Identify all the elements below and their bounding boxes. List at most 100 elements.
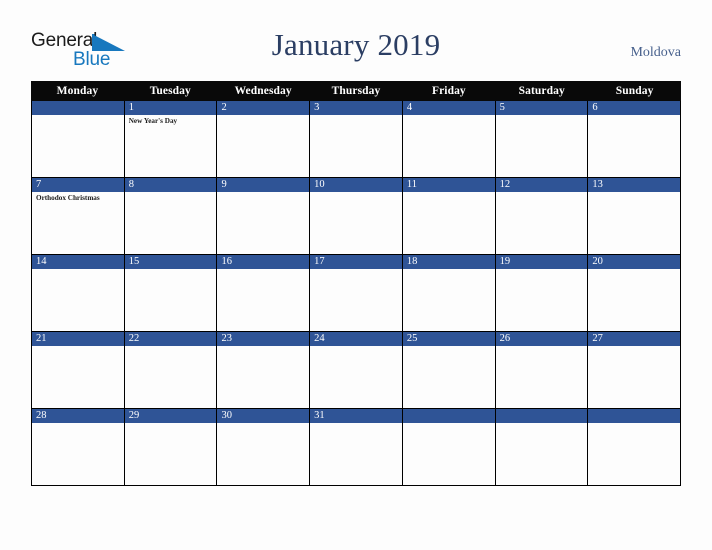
country-label: Moldova	[630, 45, 681, 60]
holiday-label: Orthodox Christmas	[36, 194, 100, 202]
day-number-band	[495, 409, 588, 423]
day-number: 2	[221, 102, 227, 113]
day-number-band: 22	[124, 332, 217, 346]
day-number: 23	[221, 333, 232, 344]
weekday-header-saturday: Saturday	[518, 85, 565, 97]
weekday-header-tuesday: Tuesday	[149, 85, 191, 97]
day-cell-28[interactable]: 28	[32, 409, 125, 485]
day-number: 22	[128, 333, 140, 344]
weekday-header-wednesday: Wednesday	[234, 85, 292, 97]
day-cell-2[interactable]: 2	[217, 101, 311, 177]
day-number-band: 29	[124, 409, 217, 423]
day-cell-7[interactable]: 7 Orthodox Christmas	[32, 178, 125, 254]
day-number: 5	[499, 102, 505, 113]
day-cell-25[interactable]: 25	[402, 332, 496, 408]
day-cell-5[interactable]: 5	[495, 101, 589, 177]
day-number: 20	[592, 256, 603, 267]
weekday-header-friday: Friday	[431, 85, 466, 97]
day-number: 31	[314, 410, 325, 421]
day-number: 26	[499, 333, 511, 344]
day-cell-8[interactable]: 8	[124, 178, 218, 254]
day-number: 17	[314, 256, 325, 267]
day-number: 29	[128, 410, 140, 421]
day-events: New Year's Day	[125, 115, 217, 126]
day-cell-30[interactable]: 30	[217, 409, 311, 485]
day-number-band: 15	[124, 255, 217, 269]
day-number-band: 10	[310, 178, 402, 192]
day-number-band	[588, 409, 681, 423]
day-cell-17[interactable]: 17	[310, 255, 403, 331]
day-number: 28	[36, 410, 47, 421]
day-cell-empty[interactable]	[32, 101, 125, 177]
calendar-week-row: 7 Orthodox Christmas 8 9 10 11 12 13	[31, 178, 681, 255]
day-cell-9[interactable]: 9	[217, 178, 311, 254]
day-cell-12[interactable]: 12	[495, 178, 589, 254]
day-number: 4	[406, 102, 413, 113]
day-number-band: 14	[32, 255, 124, 269]
day-number-band: 5	[495, 101, 588, 115]
day-cell-13[interactable]: 13	[588, 178, 681, 254]
day-number-band: 7	[32, 178, 124, 192]
day-number-band: 23	[217, 332, 310, 346]
day-number: 16	[221, 256, 232, 267]
day-number: 6	[592, 102, 598, 113]
day-cell-29[interactable]: 29	[124, 409, 218, 485]
holiday-label: New Year's Day	[128, 117, 178, 125]
day-number: 30	[221, 410, 232, 421]
day-number-band: 16	[217, 255, 310, 269]
day-number: 1	[128, 102, 134, 113]
day-cell-empty[interactable]	[588, 409, 681, 485]
day-number-band: 20	[588, 255, 681, 269]
day-number: 27	[592, 333, 603, 344]
day-number-band: 8	[124, 178, 217, 192]
day-number-band: 1	[124, 101, 217, 115]
day-cell-19[interactable]: 19	[495, 255, 589, 331]
day-cell-31[interactable]: 31	[310, 409, 403, 485]
day-number-band: 13	[588, 178, 681, 192]
day-number-band: 11	[402, 178, 495, 192]
day-cell-27[interactable]: 27	[588, 332, 681, 408]
day-number-band: 21	[32, 332, 124, 346]
day-number: 12	[499, 179, 511, 190]
day-cell-1[interactable]: 1 New Year's Day	[124, 101, 218, 177]
day-cell-empty[interactable]	[495, 409, 589, 485]
day-cell-6[interactable]: 6	[588, 101, 681, 177]
day-number-band: 4	[402, 101, 495, 115]
day-number-band: 28	[32, 409, 124, 423]
calendar-week-row: 21 22 23 24 25 26 27	[31, 332, 681, 409]
day-cell-23[interactable]: 23	[217, 332, 311, 408]
day-number-band: 9	[217, 178, 310, 192]
day-events: Orthodox Christmas	[32, 192, 124, 203]
day-number: 21	[36, 333, 47, 344]
day-number-band: 12	[495, 178, 588, 192]
day-cell-4[interactable]: 4	[402, 101, 496, 177]
day-number-band: 2	[217, 101, 310, 115]
day-cell-22[interactable]: 22	[124, 332, 218, 408]
day-number-band: 19	[495, 255, 588, 269]
day-cell-21[interactable]: 21	[32, 332, 125, 408]
day-cell-10[interactable]: 10	[310, 178, 403, 254]
day-cell-15[interactable]: 15	[124, 255, 218, 331]
day-cell-empty[interactable]	[402, 409, 496, 485]
day-number-band: 24	[310, 332, 402, 346]
day-cell-3[interactable]: 3	[310, 101, 403, 177]
day-number: 15	[128, 256, 140, 267]
calendar-week-row: 28 29 30 31	[31, 409, 681, 486]
day-number-band: 3	[310, 101, 402, 115]
day-cell-20[interactable]: 20	[588, 255, 681, 331]
day-number-band: 31	[310, 409, 402, 423]
day-cell-24[interactable]: 24	[310, 332, 403, 408]
day-number: 11	[406, 179, 417, 190]
day-cell-14[interactable]: 14	[32, 255, 125, 331]
day-number-band: 18	[402, 255, 495, 269]
day-cell-11[interactable]: 11	[402, 178, 496, 254]
day-cell-16[interactable]: 16	[217, 255, 311, 331]
day-number: 9	[221, 179, 227, 190]
weekday-header-thursday: Thursday	[331, 85, 381, 97]
page-header: General Blue January 2019 Moldova	[0, 0, 712, 81]
day-cell-26[interactable]: 26	[495, 332, 589, 408]
day-cell-18[interactable]: 18	[402, 255, 496, 331]
weekday-header-monday: Monday	[56, 85, 99, 97]
calendar-grid: Monday Tuesday Wednesday Thursday Friday Satu…	[31, 81, 681, 486]
calendar-week-row: 14 15 16 17 18 19 20	[31, 255, 681, 332]
